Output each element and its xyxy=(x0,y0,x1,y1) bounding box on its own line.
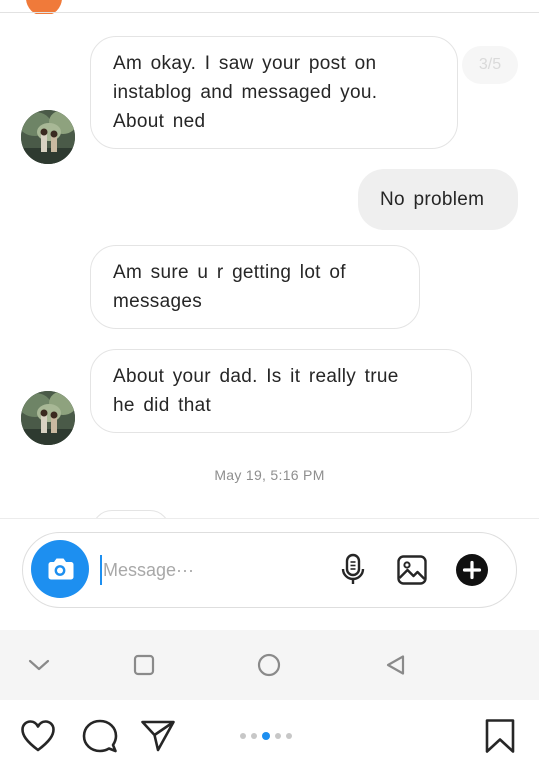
message-text: Am sure u r getting lot of messages xyxy=(113,262,346,312)
sender-avatar[interactable] xyxy=(21,391,75,445)
carousel-dot xyxy=(240,733,246,739)
divider xyxy=(0,518,539,519)
message-bubble-incoming[interactable]: Am sure u r getting lot of messages xyxy=(90,245,420,329)
heart-icon xyxy=(21,720,55,752)
save-button[interactable] xyxy=(482,718,518,754)
message-input[interactable] xyxy=(103,555,303,585)
plus-circle-icon xyxy=(456,554,488,586)
comment-button[interactable] xyxy=(82,718,118,754)
recents-button[interactable] xyxy=(129,650,159,680)
system-navigation-bar xyxy=(0,630,539,700)
back-button[interactable] xyxy=(381,650,411,680)
camera-button[interactable] xyxy=(31,540,89,598)
text-cursor xyxy=(100,555,102,585)
post-action-bar xyxy=(0,700,539,771)
more-options-button[interactable] xyxy=(454,552,490,588)
like-button[interactable] xyxy=(20,718,56,754)
sender-avatar[interactable] xyxy=(21,110,75,164)
divider xyxy=(0,12,539,13)
message-bubble-incoming[interactable]: About your dad. Is it really true he did… xyxy=(90,349,472,433)
carousel-dot xyxy=(286,733,292,739)
send-icon xyxy=(141,720,175,752)
gallery-icon xyxy=(397,555,427,585)
message-bubble-incoming[interactable] xyxy=(92,510,170,518)
collapse-button[interactable] xyxy=(24,650,54,680)
chevron-down-icon xyxy=(28,659,50,671)
comment-icon xyxy=(82,719,118,753)
gallery-button[interactable] xyxy=(394,552,430,588)
message-text: Am okay. I saw your post on instablog an… xyxy=(113,53,378,132)
microphone-icon xyxy=(341,553,365,584)
carousel-dot xyxy=(275,733,281,739)
chat-thread[interactable]: Am okay. I saw your post on instablog an… xyxy=(0,14,539,518)
triangle-back-icon xyxy=(386,655,405,675)
carousel-dot xyxy=(251,733,257,739)
square-icon xyxy=(133,654,155,676)
voice-message-button[interactable] xyxy=(335,552,371,588)
message-timestamp: May 19, 5:16 PM xyxy=(214,467,325,483)
message-bubble-incoming[interactable]: Am okay. I saw your post on instablog an… xyxy=(90,36,458,149)
message-text: About your dad. Is it really true he did… xyxy=(113,366,399,416)
home-button[interactable] xyxy=(254,650,284,680)
instagram-screenshot-view: Am okay. I saw your post on instablog an… xyxy=(0,0,539,771)
message-composer xyxy=(22,532,517,608)
message-text: No problem xyxy=(380,189,485,210)
message-bubble-outgoing[interactable]: No problem xyxy=(358,169,518,230)
circle-icon xyxy=(257,653,281,677)
bookmark-icon xyxy=(485,719,515,753)
camera-icon xyxy=(48,558,74,580)
media-counter-badge: 3/5 xyxy=(462,46,518,84)
share-button[interactable] xyxy=(140,718,176,754)
carousel-dot-active xyxy=(262,732,270,740)
carousel-indicator xyxy=(240,731,292,741)
